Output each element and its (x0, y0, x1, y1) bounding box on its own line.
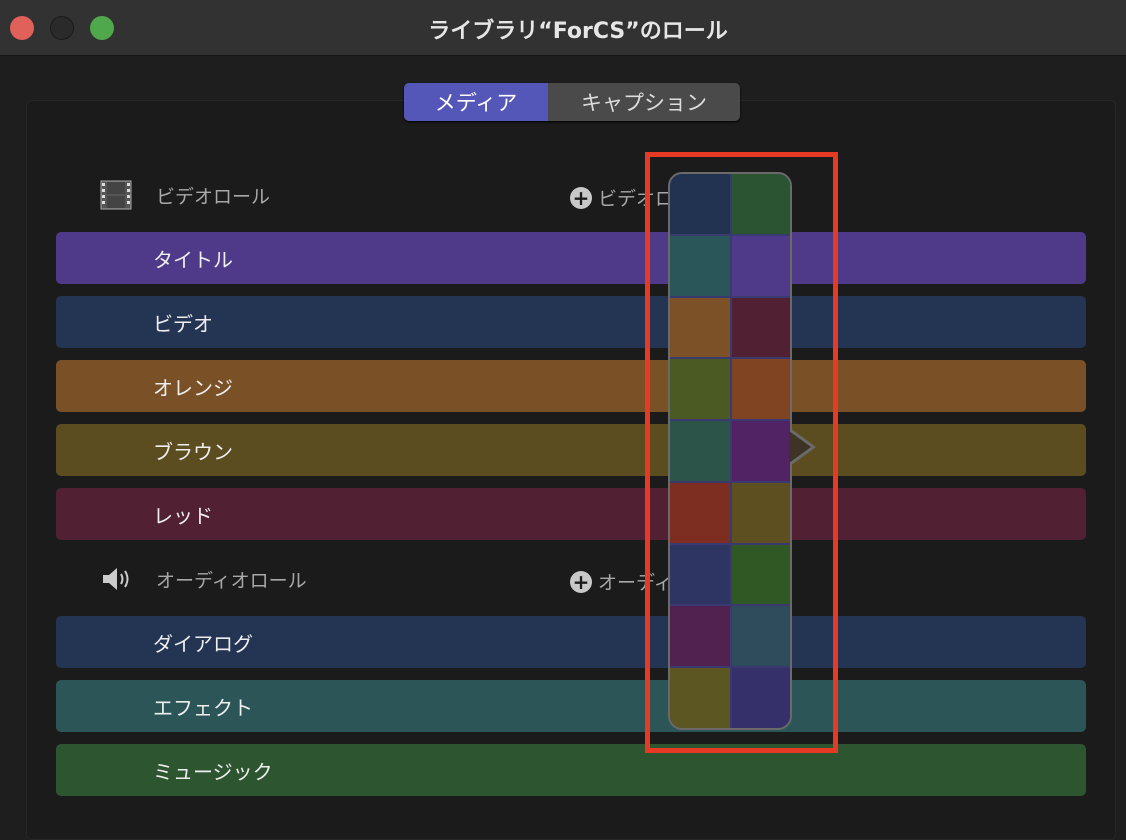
tab-media[interactable]: メディア (404, 83, 548, 121)
role-label: エフェクト (153, 695, 253, 720)
tab-captions[interactable]: キャプション (548, 83, 740, 121)
highlight-box (645, 152, 838, 753)
role-row-orange[interactable]: オレンジ (56, 360, 1086, 412)
window-title: ライブラリ“ForCS”のロール (428, 19, 728, 44)
tab-bar: メディア キャプション (404, 83, 740, 121)
role-row-video[interactable]: ビデオ (56, 296, 1086, 348)
plus-circle-icon: + (570, 570, 592, 593)
video-roles-header: ビデオロール (100, 180, 270, 210)
role-label: レッド (153, 503, 213, 528)
role-label: オレンジ (153, 375, 233, 400)
audio-roles-header: オーディオロール (100, 565, 307, 593)
role-label: ミュージック (153, 759, 273, 784)
audio-roles-label: オーディオロール (156, 569, 307, 592)
film-icon (100, 180, 132, 210)
role-label: ダイアログ (153, 631, 253, 656)
plus-circle-icon: + (570, 186, 592, 209)
video-roles-label: ビデオロール (156, 185, 271, 208)
role-row-brown[interactable]: ブラウン (56, 424, 1086, 476)
role-row-title[interactable]: タイトル (56, 232, 1086, 284)
role-label: ビデオ (153, 311, 213, 336)
role-row-dialogue[interactable]: ダイアログ (56, 616, 1086, 668)
role-label: タイトル (153, 247, 233, 272)
role-row-music[interactable]: ミュージック (56, 744, 1086, 796)
role-row-effects[interactable]: エフェクト (56, 680, 1086, 732)
title-bar: ライブラリ“ForCS”のロール (0, 0, 1126, 56)
role-label: ブラウン (153, 439, 233, 464)
speaker-icon (103, 568, 129, 590)
role-row-red[interactable]: レッド (56, 488, 1086, 540)
